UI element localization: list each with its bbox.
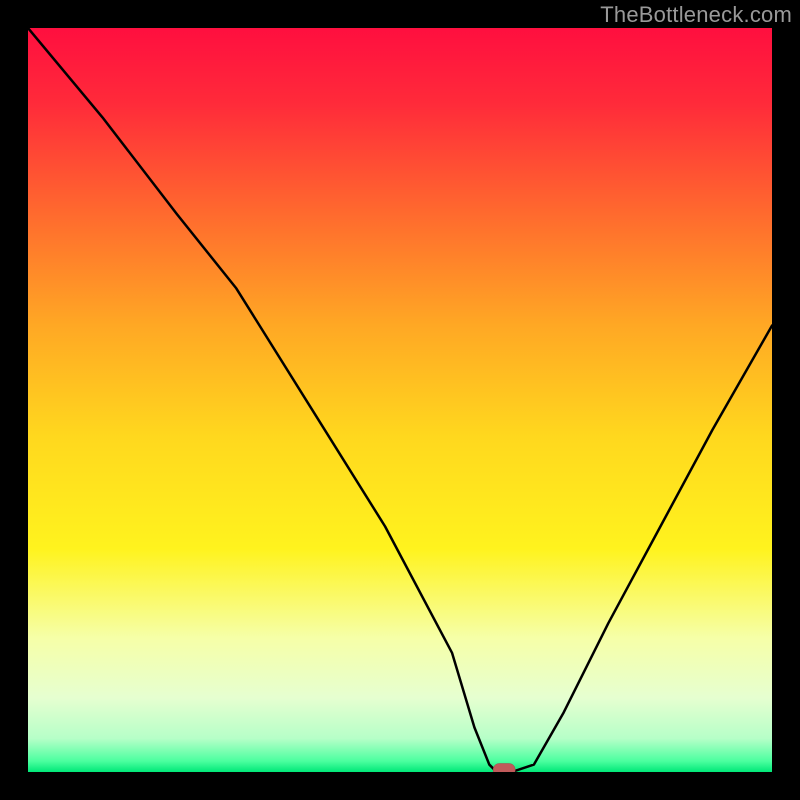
plot-area xyxy=(28,28,772,772)
chart-frame: TheBottleneck.com xyxy=(0,0,800,800)
chart-background xyxy=(28,28,772,772)
watermark-text: TheBottleneck.com xyxy=(600,2,792,28)
optimum-marker xyxy=(493,764,515,773)
chart-svg xyxy=(28,28,772,772)
